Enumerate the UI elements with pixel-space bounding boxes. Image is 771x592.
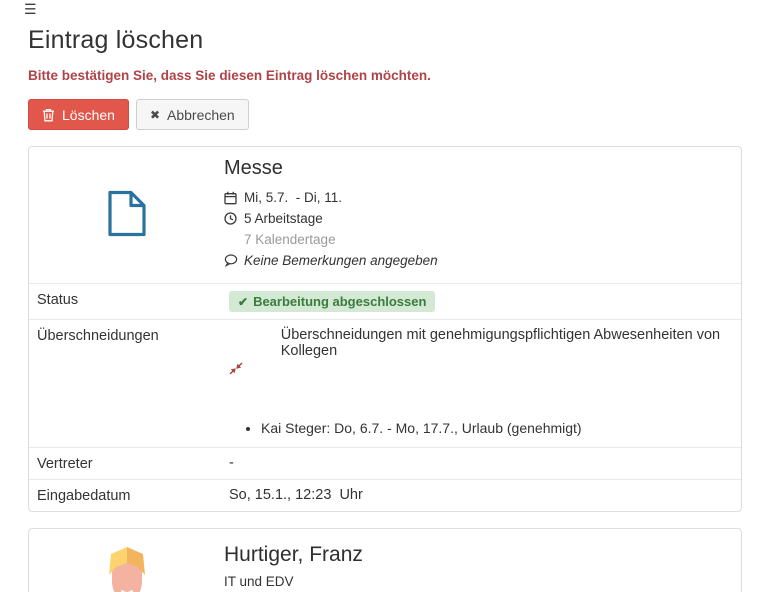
comment-icon bbox=[224, 254, 244, 267]
entry-workdays: 5 Arbeitstage bbox=[244, 208, 323, 229]
status-row: Status ✔ Bearbeitung abgeschlossen bbox=[29, 283, 741, 319]
person-department: IT und EDV bbox=[224, 571, 733, 592]
entry-date-label: Eingabedatum bbox=[37, 487, 229, 504]
entry-title: Messe bbox=[224, 157, 733, 180]
entry-header: Messe Mi, 5.7. - Di, 11. bbox=[29, 147, 741, 283]
overlaps-list: Kai Steger: Do, 6.7. - Mo, 17.7., Urlaub… bbox=[229, 420, 733, 436]
entry-date-value: So, 15.1., 12:23 Uhr bbox=[229, 487, 733, 504]
delete-button[interactable]: Löschen bbox=[28, 99, 129, 130]
entry-calendar-days-line: 7 Kalendertage bbox=[224, 229, 733, 250]
calendar-icon bbox=[224, 191, 244, 205]
clock-icon bbox=[224, 212, 244, 225]
entry-remark: Keine Bemerkungen angegeben bbox=[244, 250, 438, 271]
status-badge-label: Bearbeitung abgeschlossen bbox=[253, 294, 426, 309]
action-buttons: Löschen ✖ Abbrechen bbox=[28, 99, 742, 130]
main-content: Eintrag löschen Bitte bestätigen Sie, da… bbox=[28, 26, 742, 592]
person-details: Hurtiger, Franz IT und EDV franz.hurtige… bbox=[224, 541, 733, 592]
collision-arrows-icon bbox=[229, 330, 273, 407]
entry-calendar-days: 7 Kalendertage bbox=[244, 229, 336, 250]
overlap-list-item: Kai Steger: Do, 6.7. - Mo, 17.7., Urlaub… bbox=[261, 420, 733, 436]
document-icon bbox=[107, 190, 147, 237]
entry-summary: Messe Mi, 5.7. - Di, 11. bbox=[224, 155, 733, 271]
person-avatar-column bbox=[29, 541, 224, 592]
avatar bbox=[90, 544, 164, 592]
overlaps-text: Überschneidungen mit genehmigungspflicht… bbox=[281, 327, 733, 359]
substitute-value: - bbox=[229, 455, 733, 472]
entry-remark-line: Keine Bemerkungen angegeben bbox=[224, 250, 733, 271]
page-title: Eintrag löschen bbox=[28, 26, 742, 55]
entry-card: Messe Mi, 5.7. - Di, 11. bbox=[28, 146, 742, 512]
person-name: Hurtiger, Franz bbox=[224, 543, 733, 567]
entry-date-line: Mi, 5.7. - Di, 11. bbox=[224, 187, 733, 208]
delete-button-label: Löschen bbox=[62, 107, 115, 123]
substitute-label: Vertreter bbox=[37, 455, 229, 472]
menu-icon[interactable]: ☰ bbox=[24, 1, 37, 17]
entry-date-range: Mi, 5.7. - Di, 11. bbox=[244, 187, 342, 208]
overlaps-row: Überschneidungen Überschneidungen mit ge… bbox=[29, 319, 741, 447]
overlaps-headline: Überschneidungen mit genehmigungspflicht… bbox=[229, 327, 733, 407]
status-label: Status bbox=[37, 291, 229, 312]
substitute-row: Vertreter - bbox=[29, 447, 741, 479]
entry-workdays-line: 5 Arbeitstage bbox=[224, 208, 733, 229]
status-value: ✔ Bearbeitung abgeschlossen bbox=[229, 291, 733, 312]
cancel-button-label: Abbrechen bbox=[167, 107, 235, 123]
cancel-button[interactable]: ✖ Abbrechen bbox=[136, 99, 249, 130]
delete-warning-text: Bitte bestätigen Sie, dass Sie diesen Ei… bbox=[28, 68, 742, 83]
person-card: Hurtiger, Franz IT und EDV franz.hurtige… bbox=[28, 528, 742, 592]
entry-date-row: Eingabedatum So, 15.1., 12:23 Uhr bbox=[29, 479, 741, 511]
overlaps-value: Überschneidungen mit genehmigungspflicht… bbox=[229, 327, 733, 440]
status-badge: ✔ Bearbeitung abgeschlossen bbox=[229, 291, 435, 312]
trash-icon bbox=[42, 108, 55, 122]
overlaps-label: Überschneidungen bbox=[37, 327, 229, 440]
close-icon: ✖ bbox=[150, 108, 160, 122]
check-icon: ✔ bbox=[238, 295, 248, 309]
entry-icon-column bbox=[29, 155, 224, 271]
